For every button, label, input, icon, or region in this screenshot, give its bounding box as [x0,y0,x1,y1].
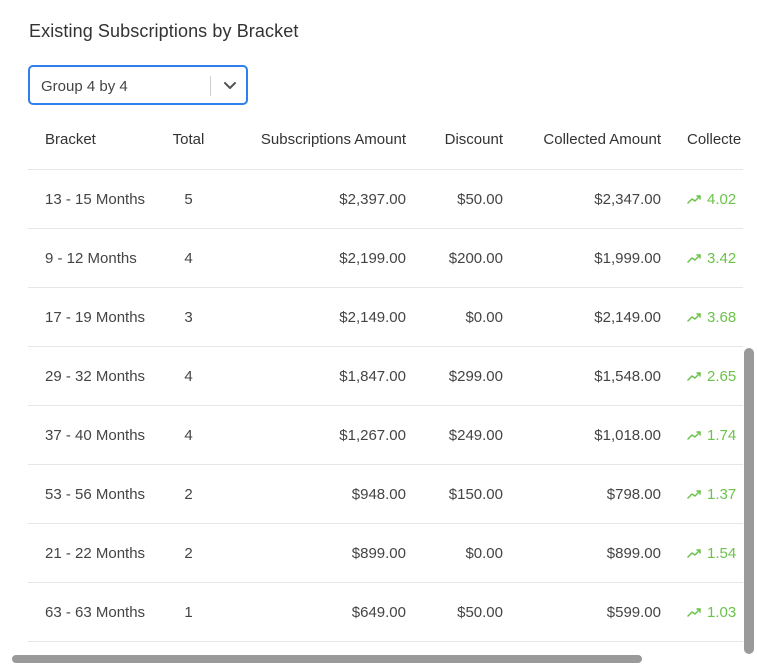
cell-total: 4 [156,346,221,406]
trending-up-icon [687,430,701,440]
collected-rate-value: 1.37 [707,485,737,503]
column-header-bracket[interactable]: Bracket [28,110,156,170]
cell-bracket: 21 - 22 Months [28,523,156,583]
subscriptions-table-container: Bracket Total Subscriptions Amount Disco… [28,110,743,650]
cell-subscriptions-amount: $649.00 [221,582,406,642]
collected-rate-value: 1.74 [707,426,737,444]
cell-total: 4 [156,405,221,465]
cell-collected-rate: 1.37 [661,464,743,524]
table-row[interactable]: 21 - 22 Months 2 $899.00 $0.00 $899.00 1.54 [28,523,743,583]
column-header-collected-rate[interactable]: Collecte [661,110,743,170]
cell-collected-amount: $798.00 [503,464,661,524]
cell-subscriptions-amount: $2,149.00 [221,287,406,347]
cell-collected-rate: 4.02 [661,169,743,229]
trending-up-icon [687,194,701,204]
collected-rate-value: 1.54 [707,544,737,562]
cell-collected-rate: 1.03 [661,582,743,642]
cell-discount: $200.00 [406,228,503,288]
cell-subscriptions-amount: $899.00 [221,523,406,583]
trending-up-icon [687,548,701,558]
cell-subscriptions-amount: $2,199.00 [221,228,406,288]
collected-rate-value: 3.42 [707,249,737,267]
group-select[interactable]: Group 4 by 4 [28,65,248,105]
cell-discount: $50.00 [406,582,503,642]
cell-subscriptions-amount: $948.00 [221,464,406,524]
cell-total: 5 [156,169,221,229]
cell-discount: $50.00 [406,169,503,229]
cell-bracket: 63 - 63 Months [28,582,156,642]
cell-collected-rate: 3.42 [661,228,743,288]
column-header-discount[interactable]: Discount [406,110,503,170]
cell-total: 1 [156,582,221,642]
cell-total: 2 [156,523,221,583]
table-row[interactable]: 63 - 63 Months 1 $649.00 $50.00 $599.00 1.03 [28,582,743,642]
column-header-subscriptions-amount[interactable]: Subscriptions Amount [221,110,406,170]
collected-rate-value: 3.68 [707,308,737,326]
cell-discount: $299.00 [406,346,503,406]
table-row[interactable]: 13 - 15 Months 5 $2,397.00 $50.00 $2,347.00 4… [28,169,743,229]
cell-total: 4 [156,228,221,288]
collected-rate-value: 1.03 [707,603,737,621]
column-header-collected-amount[interactable]: Collected Amount [503,110,661,170]
cell-total: 2 [156,464,221,524]
table-row[interactable]: 17 - 19 Months 3 $2,149.00 $0.00 $2,149.00 3.… [28,287,743,347]
cell-total: 3 [156,287,221,347]
cell-bracket: 29 - 32 Months [28,346,156,406]
cell-collected-rate: 2.65 [661,346,743,406]
horizontal-scrollbar[interactable] [12,655,642,663]
cell-collected-amount: $599.00 [503,582,661,642]
table-row[interactable]: 9 - 12 Months 4 $2,199.00 $200.00 $1,999.00 3… [28,228,743,288]
collected-rate-value: 2.65 [707,367,737,385]
trending-up-icon [687,253,701,263]
cell-bracket: 13 - 15 Months [28,169,156,229]
cell-bracket: 53 - 56 Months [28,464,156,524]
cell-discount: $150.00 [406,464,503,524]
cell-collected-amount: $1,999.00 [503,228,661,288]
page-title: Existing Subscriptions by Bracket [29,21,299,41]
cell-collected-amount: $899.00 [503,523,661,583]
cell-collected-rate: 3.68 [661,287,743,347]
trending-up-icon [687,312,701,322]
cell-bracket: 17 - 19 Months [28,287,156,347]
subscriptions-table: Bracket Total Subscriptions Amount Disco… [28,110,743,642]
group-select-value: Group 4 by 4 [41,78,128,95]
cell-collected-amount: $1,018.00 [503,405,661,465]
cell-collected-amount: $2,149.00 [503,287,661,347]
cell-collected-amount: $1,548.00 [503,346,661,406]
column-header-total[interactable]: Total [156,110,221,170]
table-row[interactable]: 37 - 40 Months 4 $1,267.00 $249.00 $1,018.00… [28,405,743,465]
cell-discount: $249.00 [406,405,503,465]
trending-up-icon [687,607,701,617]
trending-up-icon [687,371,701,381]
cell-subscriptions-amount: $1,267.00 [221,405,406,465]
cell-collected-rate: 1.74 [661,405,743,465]
chevron-down-icon[interactable] [222,79,238,93]
cell-bracket: 37 - 40 Months [28,405,156,465]
cell-collected-amount: $2,347.00 [503,169,661,229]
cell-discount: $0.00 [406,523,503,583]
vertical-scrollbar[interactable] [744,348,754,654]
table-row[interactable]: 53 - 56 Months 2 $948.00 $150.00 $798.00 1.37 [28,464,743,524]
cell-collected-rate: 1.54 [661,523,743,583]
cell-bracket: 9 - 12 Months [28,228,156,288]
cell-discount: $0.00 [406,287,503,347]
trending-up-icon [687,489,701,499]
table-row[interactable]: 29 - 32 Months 4 $1,847.00 $299.00 $1,548.00… [28,346,743,406]
select-divider [210,76,211,96]
collected-rate-value: 4.02 [707,190,737,208]
cell-subscriptions-amount: $2,397.00 [221,169,406,229]
table-header-row: Bracket Total Subscriptions Amount Disco… [28,110,743,170]
cell-subscriptions-amount: $1,847.00 [221,346,406,406]
